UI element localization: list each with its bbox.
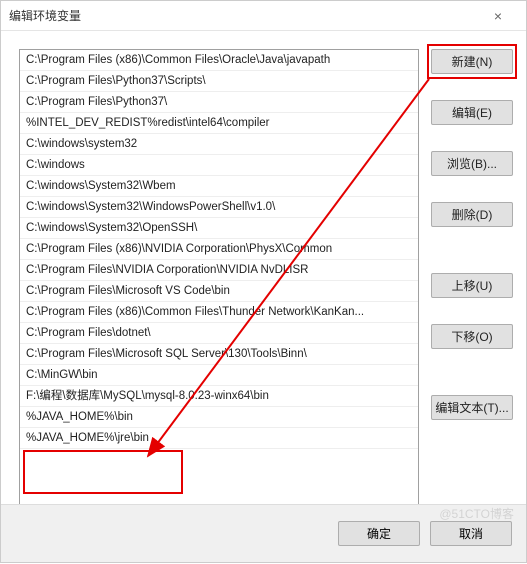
path-item[interactable]: %JAVA_HOME%\jre\bin <box>20 428 418 449</box>
path-item[interactable]: C:\windows\System32\Wbem <box>20 176 418 197</box>
close-icon[interactable]: × <box>478 8 518 24</box>
path-listbox[interactable]: C:\Program Files (x86)\Common Files\Orac… <box>19 49 419 512</box>
edit-button[interactable]: 编辑(E) <box>431 100 513 125</box>
dialog-window: 编辑环境变量 × C:\Program Files (x86)\Common F… <box>0 0 527 563</box>
path-item[interactable]: C:\Program Files (x86)\Common Files\Thun… <box>20 302 418 323</box>
ok-button[interactable]: 确定 <box>338 521 420 546</box>
bottom-bar: 确定 取消 <box>1 504 526 562</box>
cancel-button[interactable]: 取消 <box>430 521 512 546</box>
movedown-button[interactable]: 下移(O) <box>431 324 513 349</box>
delete-button[interactable]: 删除(D) <box>431 202 513 227</box>
side-buttons: 新建(N) 编辑(E) 浏览(B)... 删除(D) 上移(U) 下移(O) 编… <box>431 49 513 426</box>
browse-button[interactable]: 浏览(B)... <box>431 151 513 176</box>
client-area: C:\Program Files (x86)\Common Files\Orac… <box>1 31 526 504</box>
path-item[interactable]: F:\编程\数据库\MySQL\mysql-8.0.23-winx64\bin <box>20 386 418 407</box>
path-item[interactable]: C:\Program Files\Microsoft SQL Server\13… <box>20 344 418 365</box>
path-item[interactable]: C:\Program Files\dotnet\ <box>20 323 418 344</box>
path-item[interactable]: C:\Program Files (x86)\Common Files\Orac… <box>20 50 418 71</box>
path-item[interactable]: C:\windows\System32\OpenSSH\ <box>20 218 418 239</box>
path-item[interactable]: %INTEL_DEV_REDIST%redist\intel64\compile… <box>20 113 418 134</box>
path-item[interactable]: C:\Program Files\NVIDIA Corporation\NVID… <box>20 260 418 281</box>
path-item[interactable]: C:\windows <box>20 155 418 176</box>
path-item[interactable]: C:\windows\system32 <box>20 134 418 155</box>
path-item[interactable]: C:\windows\System32\WindowsPowerShell\v1… <box>20 197 418 218</box>
path-item[interactable]: %JAVA_HOME%\bin <box>20 407 418 428</box>
path-item[interactable]: C:\Program Files\Python37\ <box>20 92 418 113</box>
path-item[interactable]: C:\Program Files (x86)\NVIDIA Corporatio… <box>20 239 418 260</box>
moveup-button[interactable]: 上移(U) <box>431 273 513 298</box>
path-item[interactable]: C:\MinGW\bin <box>20 365 418 386</box>
new-button[interactable]: 新建(N) <box>431 49 513 74</box>
window-title: 编辑环境变量 <box>9 7 478 24</box>
edittext-button[interactable]: 编辑文本(T)... <box>431 395 513 420</box>
path-item[interactable]: C:\Program Files\Microsoft VS Code\bin <box>20 281 418 302</box>
path-item[interactable]: C:\Program Files\Python37\Scripts\ <box>20 71 418 92</box>
titlebar: 编辑环境变量 × <box>1 1 526 31</box>
